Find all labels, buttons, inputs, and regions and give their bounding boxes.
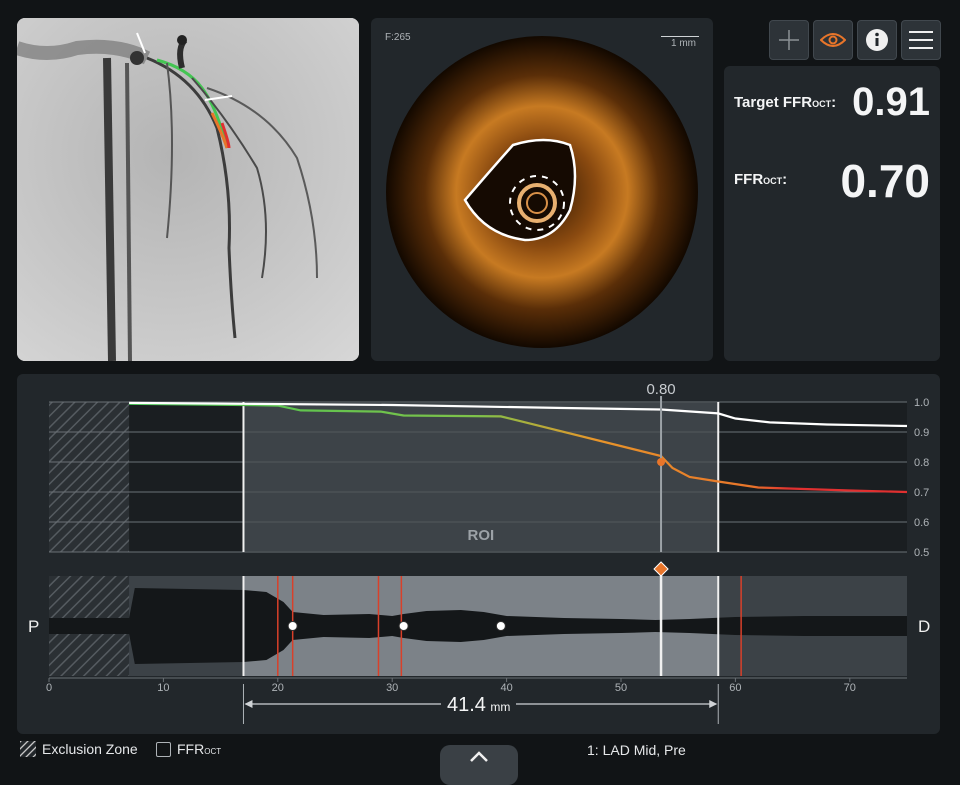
hatch-icon — [20, 741, 36, 757]
proximal-label: P — [28, 617, 40, 636]
y-tick-label: 0.9 — [914, 427, 929, 439]
x-tick-label: 10 — [157, 682, 169, 694]
menu-button[interactable] — [901, 20, 941, 60]
angiogram-svg — [17, 18, 359, 361]
distal-label: D — [918, 617, 931, 636]
branch-marker — [287, 621, 298, 631]
x-tick-label: 30 — [386, 682, 398, 694]
ffr-label: FFROCT: — [734, 171, 788, 188]
cursor-handle — [653, 561, 669, 577]
oct-image — [386, 36, 698, 348]
target-ffr-value: 0.91 — [852, 80, 930, 124]
exclusion-zone-chart — [49, 402, 130, 552]
add-icon — [779, 30, 799, 50]
x-tick-label: 60 — [729, 682, 741, 694]
info-button[interactable] — [857, 20, 897, 60]
roi-length: 41.4 mm — [441, 694, 517, 717]
y-tick-label: 0.5 — [914, 547, 929, 559]
y-tick-label: 0.7 — [914, 487, 929, 499]
target-ffr-label: Target FFROCT: — [734, 94, 837, 111]
expand-button[interactable] — [440, 745, 518, 785]
visibility-button[interactable] — [813, 20, 853, 60]
add-button[interactable] — [769, 20, 809, 60]
oct-panel[interactable]: F:265 1 mm — [371, 18, 713, 361]
y-tick-label: 0.6 — [914, 517, 929, 529]
exclusion-legend: Exclusion Zone — [20, 741, 138, 757]
y-tick-label: 0.8 — [914, 457, 929, 469]
eye-icon — [820, 33, 846, 47]
branch-marker — [398, 621, 409, 631]
branch-marker — [495, 621, 506, 631]
x-tick-label: 0 — [46, 682, 52, 694]
x-tick-label: 70 — [844, 682, 856, 694]
ffr-stats-panel: Target FFROCT: 0.91 FFROCT: 0.70 — [724, 66, 940, 361]
menu-icon — [909, 31, 933, 49]
measure-arrow-right — [709, 700, 718, 708]
exclusion-label: Exclusion Zone — [42, 741, 138, 757]
x-tick-label: 40 — [500, 682, 512, 694]
ffr-toggle-label: FFROCT — [177, 741, 222, 757]
angiography-image[interactable] — [17, 18, 359, 361]
x-tick-label: 50 — [615, 682, 627, 694]
ffr-toggle[interactable]: FFROCT — [156, 741, 221, 757]
ffr-checkbox[interactable] — [156, 741, 171, 757]
roi-length-unit: mm — [490, 700, 511, 714]
ffr-value: 0.70 — [840, 155, 930, 207]
roi-length-value: 41.4 — [447, 694, 486, 716]
x-tick-label: 20 — [272, 682, 284, 694]
chevron-up-icon — [470, 751, 488, 762]
cursor-point — [657, 458, 666, 466]
ffr-chart[interactable]: 1.0 0.9 0.8 0.7 0.6 0.5 ROI 0.80 0 10 20 30 40 50 60 70 — [0, 374, 960, 734]
cursor-value: 0.80 — [646, 381, 675, 398]
y-tick-label: 1.0 — [914, 397, 929, 409]
roi-label: ROI — [468, 527, 495, 544]
pullback-label: 1: LAD Mid, Pre — [587, 742, 686, 758]
info-icon — [866, 29, 888, 51]
measure-arrow-left — [244, 700, 253, 708]
